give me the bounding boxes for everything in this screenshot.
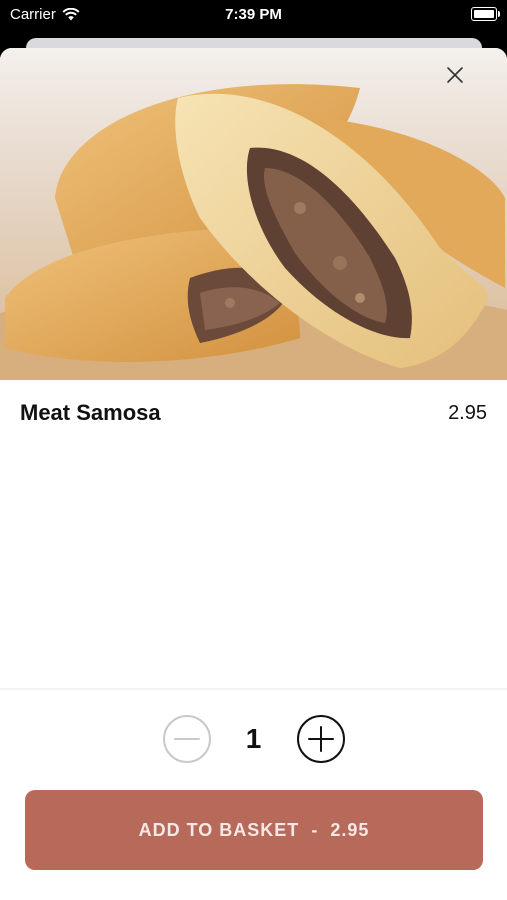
quantity-stepper: 1 <box>0 714 507 764</box>
close-icon <box>447 67 463 83</box>
product-sheet: Meat Samosa 2.95 1 ADD TO BASKET - 2.95 <box>0 48 507 900</box>
add-button-separator: - <box>311 819 319 840</box>
add-button-label: ADD TO BASKET <box>138 819 300 840</box>
increment-button[interactable] <box>296 714 346 764</box>
samosa-illustration <box>0 48 507 380</box>
status-time: 7:39 PM <box>225 6 282 23</box>
close-button[interactable] <box>446 66 476 96</box>
product-header: Meat Samosa 2.95 <box>20 398 487 428</box>
product-price: 2.95 <box>448 401 487 424</box>
add-button-price: 2.95 <box>330 819 370 840</box>
add-to-basket-button[interactable]: ADD TO BASKET - 2.95 <box>25 790 483 870</box>
decrement-button[interactable] <box>162 714 212 764</box>
status-bar: Carrier 7:39 PM <box>0 0 507 30</box>
divider <box>0 688 507 690</box>
product-image <box>0 48 507 380</box>
product-name: Meat Samosa <box>20 400 161 425</box>
quantity-value: 1 <box>245 723 262 754</box>
battery-icon <box>471 7 500 21</box>
